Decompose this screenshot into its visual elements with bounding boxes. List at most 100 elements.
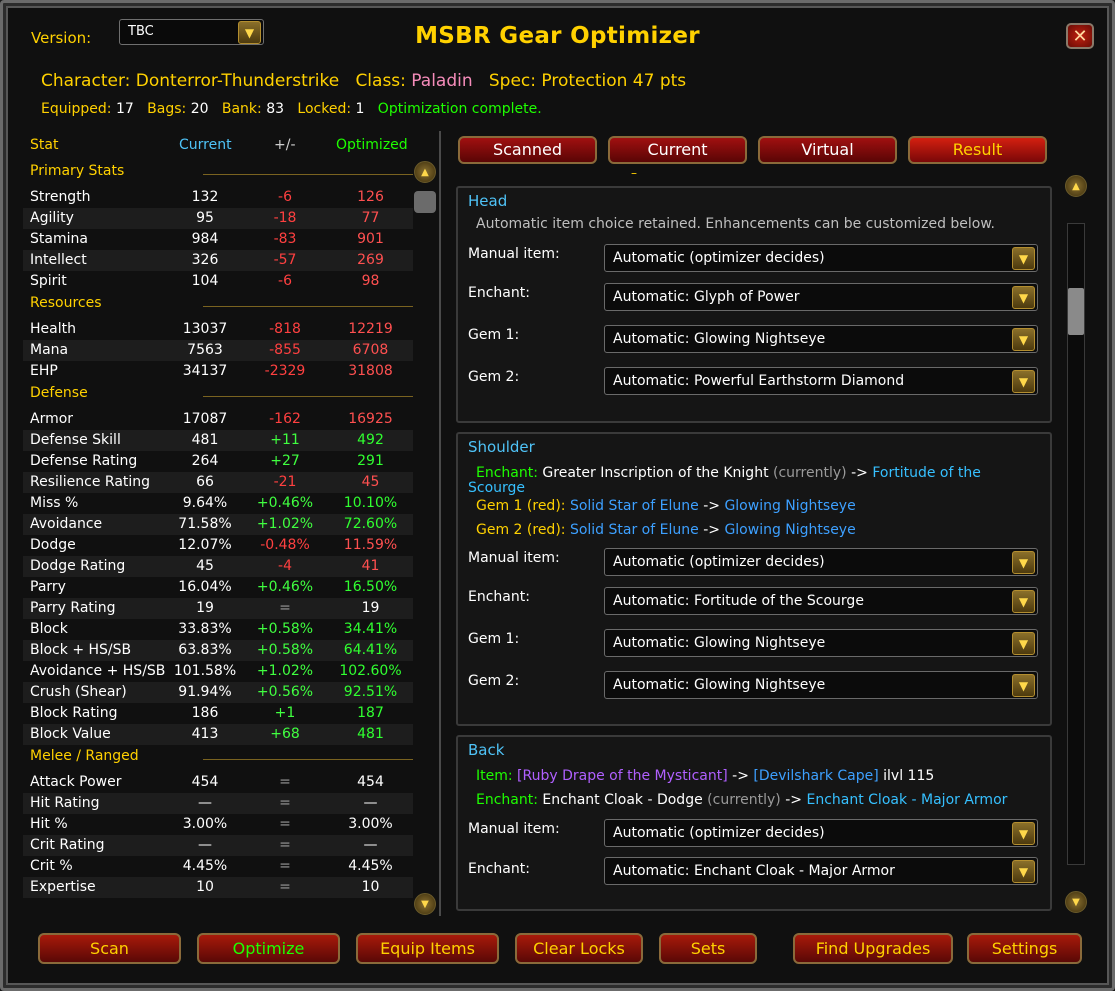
stat-name: Resilience Rating bbox=[30, 474, 151, 490]
stat-row: Attack Power 454 = 454 bbox=[23, 772, 413, 793]
chevron-down-icon[interactable]: ▼ bbox=[1012, 632, 1035, 655]
stat-name: Block Rating bbox=[30, 705, 118, 721]
header: Version: TBC ▼ MSBR Gear Optimizer ✕ Cha… bbox=[11, 11, 1104, 131]
stat-name: Mana bbox=[30, 342, 69, 358]
tab-virtual[interactable]: Virtual bbox=[758, 136, 897, 164]
slot-shoulder: Shoulder Enchant: Greater Inscription of… bbox=[456, 432, 1052, 726]
stat-name: EHP bbox=[30, 363, 58, 379]
chevron-down-icon[interactable]: ▼ bbox=[1012, 370, 1035, 393]
chevron-down-icon[interactable]: ▼ bbox=[1012, 590, 1035, 613]
stat-name: Stamina bbox=[30, 231, 88, 247]
gem2-select[interactable]: Automatic: Powerful Earthstorm Diamond ▼ bbox=[604, 367, 1038, 395]
manual-item-select[interactable]: Automatic (optimizer decides) ▼ bbox=[604, 548, 1038, 576]
optimize-button[interactable]: Optimize bbox=[197, 933, 340, 964]
stat-optimized: 31808 bbox=[348, 363, 393, 379]
stat-row: Defense Rating 264 +27 291 bbox=[23, 451, 413, 472]
stat-row: Block Rating 186 +1 187 bbox=[23, 703, 413, 724]
stat-row: Dodge Rating 45 -4 41 bbox=[23, 556, 413, 577]
equip-items-button[interactable]: Equip Items bbox=[356, 933, 499, 964]
stats-section-header: Defense bbox=[30, 385, 88, 401]
stats-panel: Stat Current +/- Optimized Primary Stats… bbox=[23, 131, 441, 917]
stat-optimized: 98 bbox=[361, 273, 380, 289]
stat-optimized: 10.10% bbox=[343, 495, 398, 511]
stat-optimized: 41 bbox=[361, 558, 380, 574]
chevron-down-icon[interactable]: ▼ bbox=[1012, 551, 1035, 574]
stat-name: Crit Rating bbox=[30, 837, 105, 853]
stat-optimized: 19 bbox=[361, 600, 380, 616]
scroll-up-icon[interactable]: ▲ bbox=[414, 161, 436, 183]
stat-row: Block + HS/SB 63.83% +0.58% 64.41% bbox=[23, 640, 413, 661]
tab-current[interactable]: Current bbox=[608, 136, 747, 164]
panel-divider bbox=[439, 131, 441, 916]
enchant-select[interactable]: Automatic: Fortitude of the Scourge ▼ bbox=[604, 587, 1038, 615]
find-upgrades-button[interactable]: Find Upgrades bbox=[793, 933, 953, 964]
manual-item-select[interactable]: Automatic (optimizer decides) ▼ bbox=[604, 819, 1038, 847]
gem2-select[interactable]: Automatic: Glowing Nightseye ▼ bbox=[604, 671, 1038, 699]
stat-name: Parry Rating bbox=[30, 600, 116, 616]
character-name: Donterror-Thunderstrike bbox=[135, 71, 340, 91]
enchant-select[interactable]: Automatic: Enchant Cloak - Major Armor ▼ bbox=[604, 857, 1038, 885]
sets-button[interactable]: Sets bbox=[659, 933, 757, 964]
stat-optimized: 16925 bbox=[348, 411, 393, 427]
chevron-down-icon[interactable]: ▼ bbox=[1012, 328, 1035, 351]
gem1-select[interactable]: Automatic: Glowing Nightseye ▼ bbox=[604, 325, 1038, 353]
stat-row: Agility 95 -18 77 bbox=[23, 208, 413, 229]
stat-optimized: 3.00% bbox=[348, 816, 393, 832]
stat-name: Crush (Shear) bbox=[30, 684, 127, 700]
stat-optimized: 6708 bbox=[352, 342, 389, 358]
scroll-up-icon[interactable]: ▲ bbox=[1065, 175, 1087, 197]
slot-note: Automatic item choice retained. Enhancem… bbox=[476, 216, 995, 232]
stat-optimized: 72.60% bbox=[343, 516, 398, 532]
tab-scanned[interactable]: Scanned bbox=[458, 136, 597, 164]
slots-scroll-thumb[interactable] bbox=[1068, 288, 1084, 335]
stat-name: Strength bbox=[30, 189, 91, 205]
stat-optimized: 4.45% bbox=[348, 858, 393, 874]
stat-optimized: 10 bbox=[361, 879, 380, 895]
manual-item-select[interactable]: Automatic (optimizer decides) ▼ bbox=[604, 244, 1038, 272]
stat-row: Armor 17087 -162 16925 bbox=[23, 409, 413, 430]
enchant-change: Enchant: Greater Inscription of the Knig… bbox=[476, 465, 981, 481]
gem1-change: Gem 1 (red): Solid Star of Elune -> Glow… bbox=[476, 498, 856, 514]
stat-name: Parry bbox=[30, 579, 66, 595]
clear-locks-button[interactable]: Clear Locks bbox=[515, 933, 643, 964]
stat-name: Block + HS/SB bbox=[30, 642, 132, 658]
settings-button[interactable]: Settings bbox=[967, 933, 1082, 964]
section-divider bbox=[203, 306, 413, 307]
class-name: Paladin bbox=[411, 71, 473, 91]
close-icon[interactable]: ✕ bbox=[1066, 23, 1094, 49]
stat-name: Block Value bbox=[30, 726, 111, 742]
stat-optimized: 187 bbox=[357, 705, 384, 721]
stat-name: Spirit bbox=[30, 273, 67, 289]
stat-name: Block bbox=[30, 621, 68, 637]
stat-row: Dodge 12.07% -0.48% 11.59% bbox=[23, 535, 413, 556]
enchant-change: Enchant: Enchant Cloak - Dodge (currentl… bbox=[476, 792, 1008, 808]
stat-name: Miss % bbox=[30, 495, 79, 511]
stat-optimized: 481 bbox=[357, 726, 384, 742]
stat-row: Parry 16.04% +0.46% 16.50% bbox=[23, 577, 413, 598]
stats-scroll-thumb[interactable] bbox=[414, 191, 436, 213]
stat-row: Hit % 3.00% = 3.00% bbox=[23, 814, 413, 835]
stat-optimized: 64.41% bbox=[343, 642, 398, 658]
scroll-down-icon[interactable]: ▼ bbox=[1065, 891, 1087, 913]
gem2-change: Gem 2 (red): Solid Star of Elune -> Glow… bbox=[476, 522, 856, 538]
stat-row: Crush (Shear) 91.94% +0.56% 92.51% bbox=[23, 682, 413, 703]
stat-row: Stamina 984 -83 901 bbox=[23, 229, 413, 250]
stat-optimized: 16.50% bbox=[343, 579, 398, 595]
stat-optimized: 34.41% bbox=[343, 621, 398, 637]
inventory-counts: Equipped: 17 Bags: 20 Bank: 83 Locked: 1… bbox=[41, 101, 542, 117]
chevron-down-icon[interactable]: ▼ bbox=[1012, 860, 1035, 883]
tab-result[interactable]: Result bbox=[908, 136, 1047, 164]
stat-row: Crit Rating — = — bbox=[23, 835, 413, 856]
item-change: Item: [Ruby Drape of the Mysticant] -> [… bbox=[476, 768, 935, 784]
stat-optimized: 291 bbox=[357, 453, 384, 469]
chevron-down-icon[interactable]: ▼ bbox=[1012, 674, 1035, 697]
stat-name: Hit Rating bbox=[30, 795, 100, 811]
chevron-down-icon[interactable]: ▼ bbox=[1012, 822, 1035, 845]
enchant-select[interactable]: Automatic: Glyph of Power ▼ bbox=[604, 283, 1038, 311]
stat-row: Intellect 326 -57 269 bbox=[23, 250, 413, 271]
scan-button[interactable]: Scan bbox=[38, 933, 181, 964]
chevron-down-icon[interactable]: ▼ bbox=[1012, 286, 1035, 309]
gem1-select[interactable]: Automatic: Glowing Nightseye ▼ bbox=[604, 629, 1038, 657]
chevron-down-icon[interactable]: ▼ bbox=[1012, 247, 1035, 270]
scroll-down-icon[interactable]: ▼ bbox=[414, 893, 436, 915]
